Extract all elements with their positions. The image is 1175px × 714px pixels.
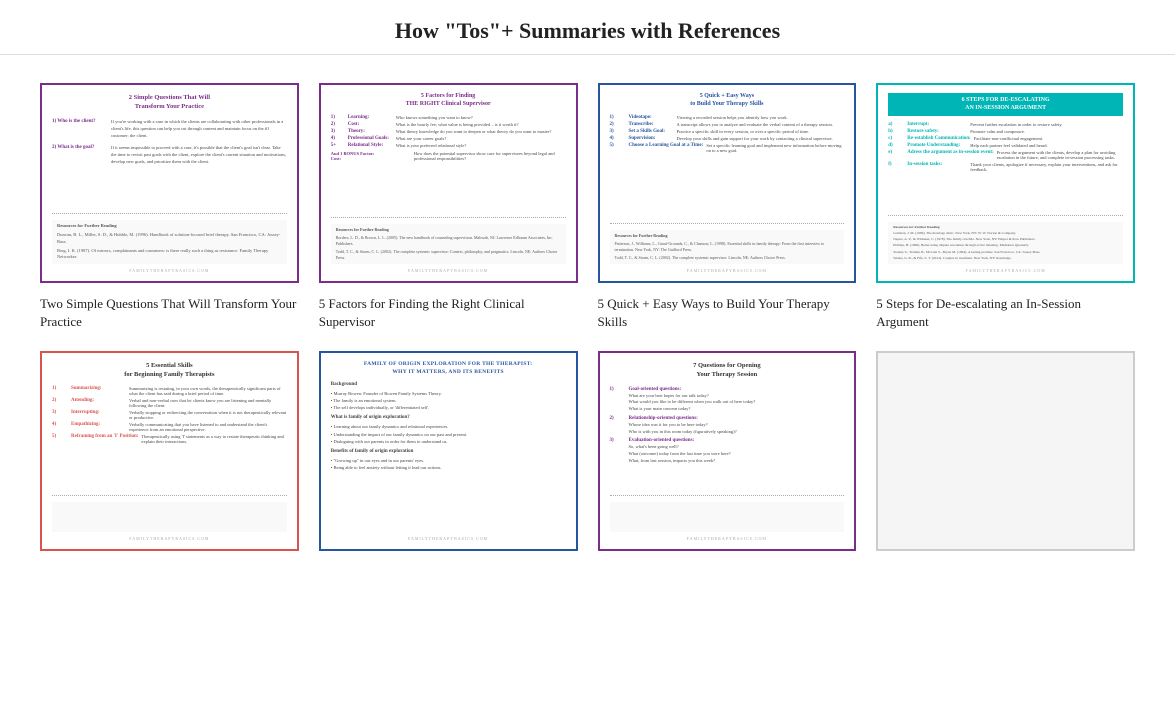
card-1-footer: FAMILYTHERAPYBASICS.COM [52,268,287,273]
card-2-image: 5 Factors for FindingTHE RIGHT Clinical … [319,83,578,283]
card-7-bottom [610,502,845,532]
card-4-mini-title: 6 STEPS FOR DE-ESCALATINGAN IN-SESSION A… [888,93,1123,116]
card-2-resources: Resources for Further Reading Borders, L… [331,224,566,264]
cards-row-2: 5 Essential Skillsfor Beginning Family T… [0,351,1175,583]
card-7-footer: FAMILYTHERAPYBASICS.COM [610,536,845,541]
card-6-image: FAMILY OF ORIGIN EXPLORATION FOR THE THE… [319,351,578,551]
q2: 2) What is the goal? If it seems impossi… [52,145,287,165]
cards-row-1: 2 Simple Questions That WillTransform Yo… [0,73,1175,351]
card-7-mini-title: 7 Questions for OpeningYour Therapy Sess… [610,361,845,379]
card-8-placeholder [876,351,1135,563]
card-7-questions[interactable]: 7 Questions for OpeningYour Therapy Sess… [598,351,857,563]
card-3-footer: FAMILYTHERAPYBASICS.COM [610,268,845,273]
q1: 1) Who is the client? If you're working … [52,119,287,139]
card-2-footer: FAMILYTHERAPYBASICS.COM [331,268,566,273]
card-1-mini-title: 2 Simple Questions That WillTransform Yo… [52,93,287,111]
card-5-steps-deescalating[interactable]: 6 STEPS FOR DE-ESCALATINGAN IN-SESSION A… [876,83,1135,331]
card-1-image: 2 Simple Questions That WillTransform Yo… [40,83,299,283]
card-2-caption: 5 Factors for Finding the Right Clinical… [319,295,578,331]
card-4-image: 6 STEPS FOR DE-ESCALATINGAN IN-SESSION A… [876,83,1135,283]
card-4-caption: 5 Steps for De-escalating an In-Session … [876,295,1135,331]
card-1-caption: Two Simple Questions That Will Transform… [40,295,299,331]
card-5-factors[interactable]: 5 Factors for FindingTHE RIGHT Clinical … [319,83,578,331]
card-5-footer: FAMILYTHERAPYBASICS.COM [52,536,287,541]
card-2-mini-title: 5 Factors for FindingTHE RIGHT Clinical … [331,93,566,109]
card-7-image: 7 Questions for OpeningYour Therapy Sess… [598,351,857,551]
card-5-essential-skills[interactable]: 5 Essential Skillsfor Beginning Family T… [40,351,299,563]
card-3-mini-title: 5 Quick + Easy Waysto Build Your Therapy… [610,93,845,109]
card-4-resources: Resources for Further Reading Gottman, J… [888,222,1123,265]
card-5-quick-ways[interactable]: 5 Quick + Easy Waysto Build Your Therapy… [598,83,857,331]
card-5-mini-title: 5 Essential Skillsfor Beginning Family T… [52,361,287,379]
card-3-image: 5 Quick + Easy Waysto Build Your Therapy… [598,83,857,283]
page-header: How "Tos"+ Summaries with References [0,0,1175,55]
card-8-image [876,351,1135,551]
page-wrapper: How "Tos"+ Summaries with References 2 S… [0,0,1175,583]
card-4-footer: FAMILYTHERAPYBASICS.COM [888,268,1123,273]
card-3-resources: Resources for Further Reading Patterson,… [610,230,845,264]
card-3-caption: 5 Quick + Easy Ways to Build Your Therap… [598,295,857,331]
card-6-footer: FAMILYTHERAPYBASICS.COM [331,536,566,541]
page-title: How "Tos"+ Summaries with References [40,18,1135,44]
card-family-of-origin[interactable]: FAMILY OF ORIGIN EXPLORATION FOR THE THE… [319,351,578,563]
card-1-resources: Resources for Further Reading Duncan, B.… [52,220,287,264]
card-two-simple-questions[interactable]: 2 Simple Questions That WillTransform Yo… [40,83,299,331]
card-5-bottom [52,502,287,532]
card-5-image: 5 Essential Skillsfor Beginning Family T… [40,351,299,551]
card-6-mini-title: FAMILY OF ORIGIN EXPLORATION FOR THE THE… [331,361,566,376]
